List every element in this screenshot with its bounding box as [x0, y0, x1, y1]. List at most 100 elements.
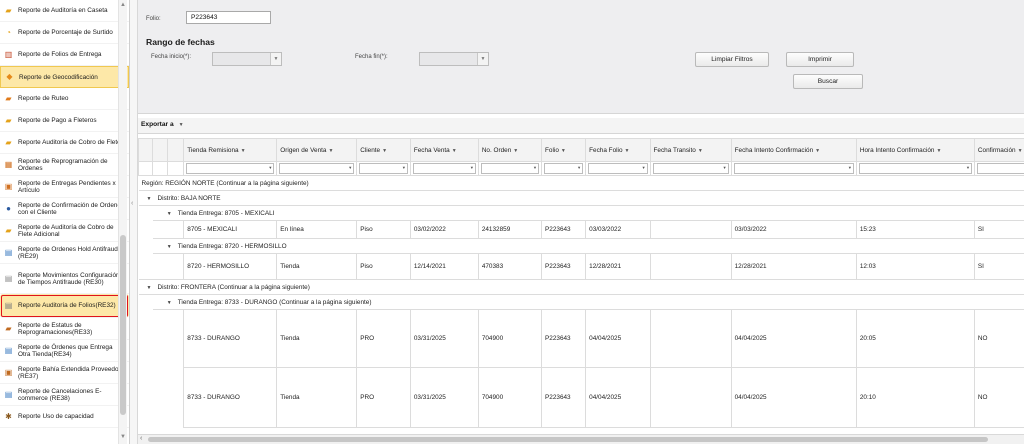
- export-label[interactable]: Exportar a: [141, 121, 174, 128]
- barcode-icon: ▥: [4, 49, 13, 59]
- column-header[interactable]: Fecha Folio ▼: [585, 138, 651, 162]
- collapse-toggle-icon[interactable]: ▼: [147, 196, 152, 202]
- column-header-label: Tienda Remisiona: [187, 146, 239, 154]
- sidebar-item[interactable]: ◆ Reporte de Geocodificación: [0, 66, 129, 88]
- column-filter-input[interactable]: [279, 163, 355, 174]
- sidebar-item-label: Reporte de Estatus de Reprogramaciones(R…: [18, 321, 93, 336]
- group-col-2: [152, 138, 168, 162]
- column-filter-input[interactable]: [359, 163, 408, 174]
- cell-fecha-intento: 12/28/2021: [730, 253, 857, 280]
- filter-funnel-icon[interactable]: ▼: [698, 148, 703, 154]
- filter-funnel-icon[interactable]: ▼: [561, 148, 566, 154]
- folio-input[interactable]: [186, 11, 271, 24]
- column-header[interactable]: Fecha Venta ▼: [409, 138, 479, 162]
- filter-funnel-icon[interactable]: ▼: [1018, 148, 1023, 154]
- chevron-down-icon[interactable]: ▼: [270, 53, 281, 65]
- column-filter-input[interactable]: [588, 163, 648, 174]
- column-filter-input[interactable]: [480, 163, 540, 174]
- column-filter-input[interactable]: [544, 163, 584, 174]
- column-filter-input[interactable]: [733, 163, 854, 174]
- column-header[interactable]: Folio ▼: [541, 138, 587, 162]
- table-row[interactable]: 8733 - DURANGO Tienda PRO 03/31/2025 704900 P…: [138, 367, 1024, 428]
- sidebar-item[interactable]: ▥ Reporte de Folios de Entrega: [0, 44, 129, 66]
- group-col-3: [166, 138, 185, 162]
- grid-scroll-thumb[interactable]: [148, 437, 988, 442]
- tienda-label: Tienda Entrega: 8705 - MEXICALI: [177, 209, 275, 217]
- sidebar-item[interactable]: ▤ Reporte Auditoría de Folios(RE32): [0, 294, 129, 318]
- chevron-left-icon[interactable]: ‹: [131, 200, 133, 207]
- sidebar-item[interactable]: ▰ Reporte Auditoría de Cobro de Flete: [0, 132, 129, 154]
- column-filter-input[interactable]: [858, 163, 972, 174]
- chevron-down-icon[interactable]: ▼: [477, 53, 488, 65]
- sidebar-item[interactable]: ▦ Reporte de Reprogramación de Ordenes: [0, 154, 129, 176]
- document-icon: ▤: [4, 345, 13, 355]
- filter-funnel-icon[interactable]: ▼: [382, 148, 387, 154]
- column-header[interactable]: Fecha Intento Confirmación ▼: [730, 138, 857, 162]
- row-spacer: [138, 253, 153, 280]
- column-header-label: Origen de Venta: [280, 146, 327, 154]
- cell-folio: P223643: [541, 367, 587, 428]
- sidebar-item[interactable]: ▣ Reporte de Entregas Pendientes x Artícu…: [0, 176, 129, 198]
- sidebar-item[interactable]: ▤ Reporte de Cancelaciones E-commerce (RE…: [0, 384, 129, 406]
- cell-fecha-transito: [649, 367, 732, 428]
- sidebar-item[interactable]: ▰ Reporte de Ruteo: [0, 88, 129, 110]
- filter-funnel-icon[interactable]: ▼: [329, 148, 334, 154]
- column-header[interactable]: No. Orden ▼: [477, 138, 543, 162]
- filter-funnel-icon[interactable]: ▼: [625, 148, 630, 154]
- sidebar-item[interactable]: ▤ Reporte Movimientos Configuración de Ti…: [0, 264, 129, 294]
- sidebar-item[interactable]: ▤ Reporte de Órdenes que Entrega Otra Tie…: [0, 340, 129, 362]
- scroll-down-icon[interactable]: ▼: [120, 434, 126, 440]
- sidebar-item[interactable]: ▣ Reporte Bahía Extendida Proveedor (RE37…: [0, 362, 129, 384]
- filter-funnel-icon[interactable]: ▼: [452, 148, 457, 154]
- column-header[interactable]: Origen de Venta ▼: [276, 138, 358, 162]
- limpiar-filtros-button[interactable]: Limpiar Filtros: [695, 52, 769, 67]
- table-row[interactable]: 8705 - MEXICALI En línea Piso 03/02/2022 241…: [138, 220, 1024, 239]
- column-filter-input[interactable]: [652, 163, 729, 174]
- column-filter-cell: [730, 161, 857, 176]
- sidebar-item[interactable]: ▤ Reporte de Ordenes Hold Antifraude (RE2…: [0, 242, 129, 264]
- column-header[interactable]: Fecha Transito ▼: [649, 138, 732, 162]
- grid-horizontal-scrollbar[interactable]: ‹: [138, 434, 1024, 444]
- column-filter-input[interactable]: [412, 163, 476, 174]
- imprimir-button[interactable]: Imprimir: [786, 52, 854, 67]
- export-toolbar[interactable]: Exportar a ▼: [138, 118, 1024, 134]
- filter-funnel-icon[interactable]: ▼: [936, 148, 941, 154]
- sidebar-item[interactable]: ● Reporte de Confirmación de Ordenes con …: [0, 198, 129, 220]
- caret-down-icon[interactable]: ▼: [179, 122, 184, 128]
- column-filter-input[interactable]: [186, 163, 275, 174]
- column-filter-input[interactable]: [976, 163, 1024, 174]
- cell-fecha-venta: 03/31/2025: [409, 367, 479, 428]
- collapse-toggle-icon[interactable]: ▼: [167, 211, 172, 217]
- filter-funnel-icon[interactable]: ▼: [513, 148, 518, 154]
- buscar-button[interactable]: Buscar: [793, 74, 863, 89]
- collapse-toggle-icon[interactable]: ▼: [167, 300, 172, 306]
- sidebar-item[interactable]: ▰ Reporte de Pago a Fleteros: [0, 110, 129, 132]
- scroll-left-icon[interactable]: ‹: [140, 435, 142, 442]
- sidebar-item[interactable]: ▰ Reporte de Auditoría de Cobro de Flete …: [0, 220, 129, 242]
- fecha-inicio-select[interactable]: ▼: [212, 52, 282, 66]
- column-header[interactable]: Confirmación ▼: [973, 138, 1024, 162]
- fecha-fin-select[interactable]: ▼: [419, 52, 489, 66]
- truck-icon: ▰: [5, 225, 12, 235]
- column-filter-cell: [541, 161, 587, 176]
- collapse-toggle-icon[interactable]: ▼: [147, 285, 152, 291]
- column-header[interactable]: Tienda Remisiona ▼: [183, 138, 278, 162]
- column-header[interactable]: Hora Intento Confirmación ▼: [855, 138, 975, 162]
- sidebar-item[interactable]: ◔ Reporte de Porcentaje de Surtido: [0, 22, 129, 44]
- document-icon: ▤: [4, 247, 13, 257]
- filter-spacer: [166, 161, 185, 176]
- sidebar-collapse-bar[interactable]: ‹: [130, 0, 138, 444]
- filter-funnel-icon[interactable]: ▼: [815, 148, 820, 154]
- sidebar-scrollbar[interactable]: ▲ ▼: [118, 0, 127, 444]
- column-header[interactable]: Cliente ▼: [356, 138, 411, 162]
- cell-fecha-intento: 04/04/2025: [730, 309, 857, 368]
- sidebar-item[interactable]: ▰ Reporte de Estatus de Reprogramaciones(…: [0, 318, 129, 340]
- filter-funnel-icon[interactable]: ▼: [241, 148, 246, 154]
- table-row[interactable]: 8733 - DURANGO Tienda PRO 03/31/2025 704900 P…: [138, 309, 1024, 368]
- scroll-up-icon[interactable]: ▲: [120, 2, 126, 8]
- sidebar-item[interactable]: ▰ Reporte de Auditoría en Caseta: [0, 0, 129, 22]
- collapse-toggle-icon[interactable]: ▼: [167, 244, 172, 250]
- sidebar-item[interactable]: ✱ Reporte Uso de capacidad: [0, 406, 129, 428]
- sidebar-scroll-thumb[interactable]: [120, 235, 126, 415]
- table-row[interactable]: 8720 - HERMOSILLO Tienda Piso 12/14/2021 470…: [138, 253, 1024, 280]
